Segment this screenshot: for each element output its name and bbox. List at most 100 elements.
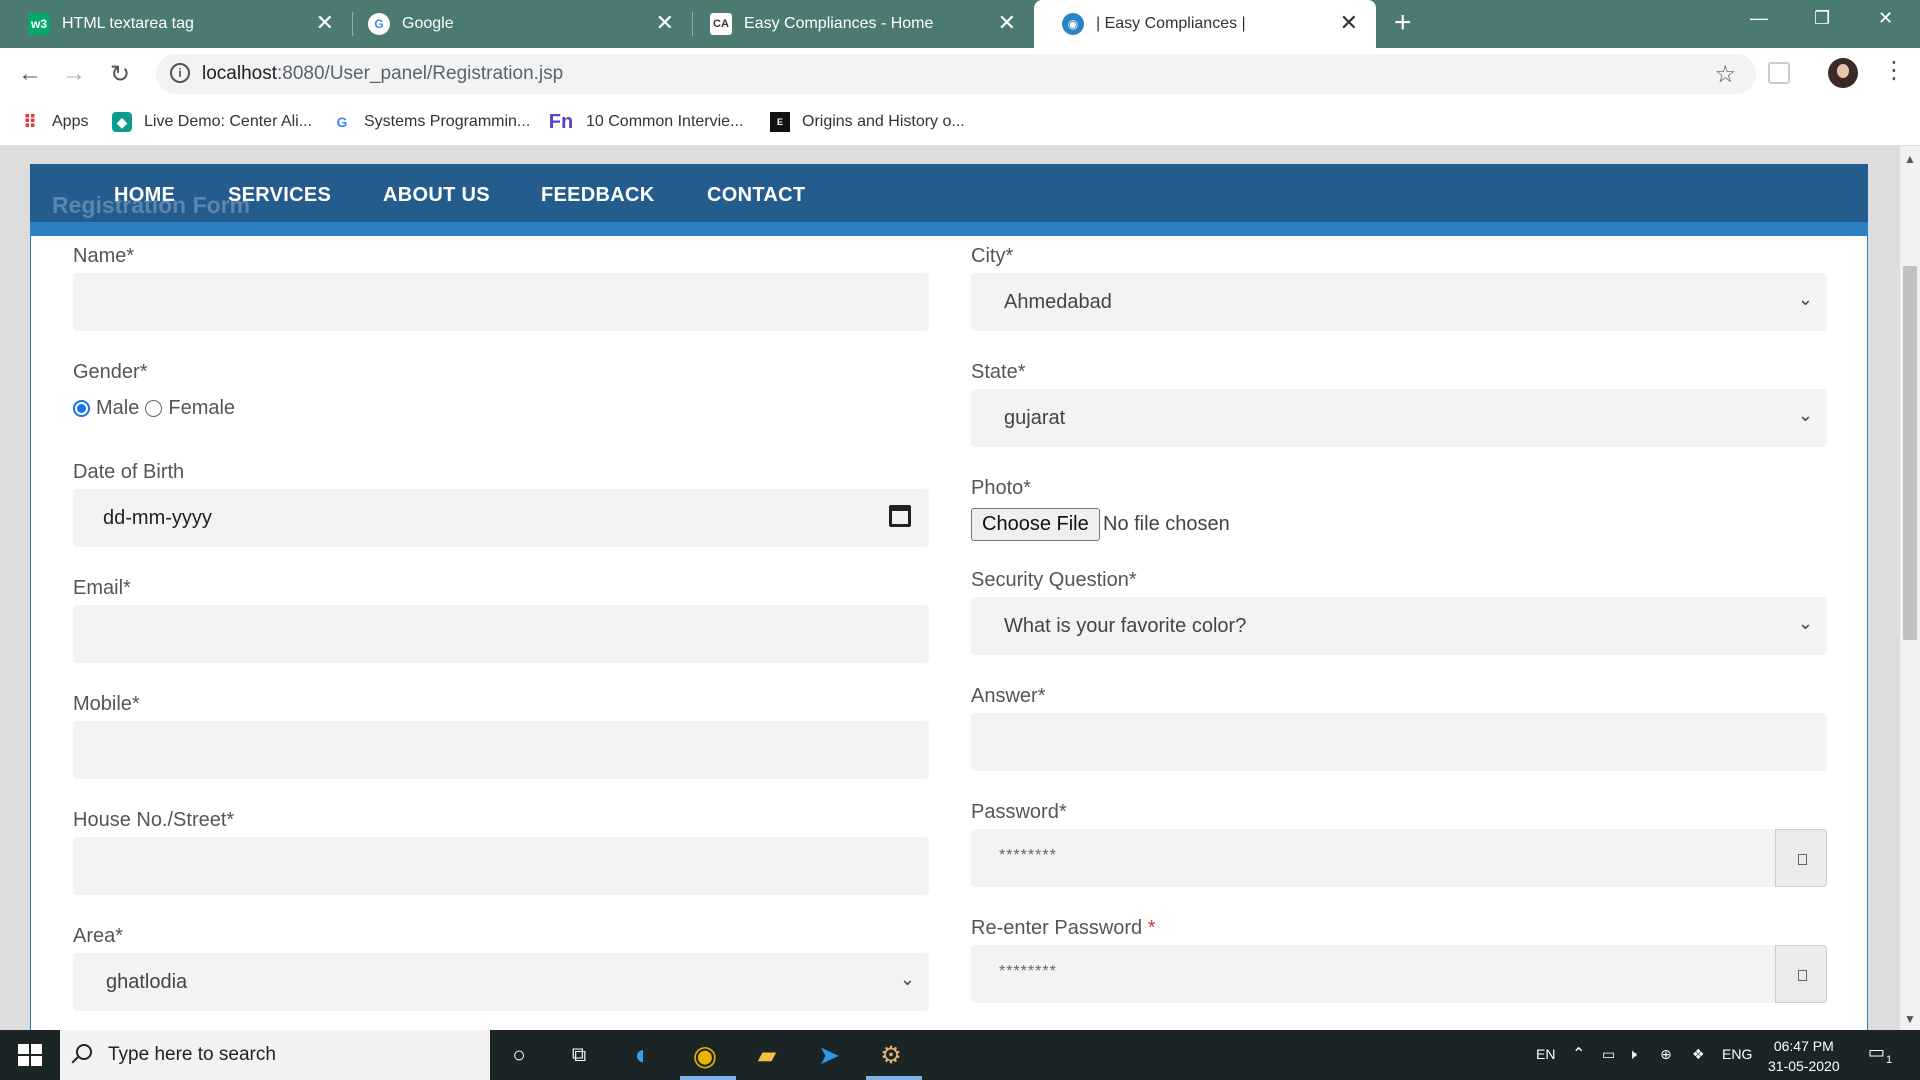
tab-easy-compliances-home[interactable]: CA Easy Compliances - Home ✕	[682, 0, 1034, 48]
password-input[interactable]: ********	[971, 829, 1827, 887]
active-app-indicator	[680, 1076, 736, 1080]
password-toggle-button[interactable]	[1775, 829, 1827, 887]
chrome-icon[interactable]: ◉	[690, 1040, 720, 1071]
required-marker: *	[1147, 917, 1156, 939]
name-input[interactable]	[73, 273, 929, 331]
chevron-down-icon: ⌄	[1797, 289, 1813, 309]
url-text[interactable]: localhost:8080/User_panel/Registration.j…	[202, 63, 563, 85]
app-dolphin-icon[interactable]: ➤	[814, 1040, 844, 1070]
answer-input[interactable]	[971, 713, 1827, 771]
nav-about-us[interactable]: ABOUT US	[383, 184, 490, 207]
scroll-thumb[interactable]	[1903, 266, 1917, 640]
bookmark-systems-programming[interactable]: G Systems Programmin...	[332, 112, 531, 132]
scroll-down-icon[interactable]: ▼	[1904, 1012, 1916, 1026]
tab-easy-compliances[interactable]: ◉ | Easy Compliances | ✕	[1034, 0, 1376, 48]
gender-label: Gender*	[73, 361, 148, 383]
bookmark-apps[interactable]: ⠿ Apps	[20, 112, 89, 132]
reload-icon[interactable]: ↻	[110, 60, 130, 89]
nav-contact[interactable]: CONTACT	[707, 184, 805, 207]
nav-services[interactable]: SERVICES	[228, 184, 331, 207]
tab-title: | Easy Compliances |	[1096, 15, 1246, 32]
w3-icon: w3	[28, 13, 50, 35]
area-select[interactable]: ghatlodia ⌄	[73, 953, 929, 1011]
reenter-password-input[interactable]: ********	[971, 945, 1827, 1003]
dropbox-icon[interactable]: ❖	[1692, 1046, 1705, 1063]
reenter-password-toggle-button[interactable]	[1775, 945, 1827, 1003]
windows-start-icon[interactable]	[18, 1044, 42, 1066]
chevron-up-icon[interactable]: ⌃	[1572, 1044, 1585, 1064]
clock-time: 06:47 PM	[1773, 1038, 1834, 1054]
battery-icon[interactable]: ▭	[1602, 1046, 1615, 1063]
cortana-icon[interactable]: ○	[504, 1040, 534, 1070]
network-globe-icon[interactable]: ⊕	[1660, 1046, 1672, 1063]
dob-input[interactable]: dd-mm-yyyy	[73, 489, 929, 547]
house-input[interactable]	[73, 837, 929, 895]
bookmark-label: Systems Programmin...	[364, 113, 531, 130]
edge-icon[interactable]: ◐	[628, 1039, 658, 1070]
city-value: Ahmedabad	[1004, 291, 1112, 313]
address-bar[interactable]: i localhost:8080/User_panel/Registration…	[156, 54, 1756, 94]
nav-feedback[interactable]: FEEDBACK	[541, 184, 655, 207]
gender-options: Male Female	[73, 397, 235, 420]
profile-avatar[interactable]	[1828, 58, 1858, 88]
page-scrollbar[interactable]: ▲ ▼	[1900, 146, 1920, 1030]
bookmark-live-demo[interactable]: ◆ Live Demo: Center Ali...	[112, 112, 312, 132]
restore-icon[interactable]: ❐	[1814, 8, 1830, 29]
dob-label: Date of Birth	[73, 461, 185, 483]
url-path: :8080/User_panel/Registration.jsp	[277, 63, 564, 84]
input-language[interactable]: ENG	[1722, 1046, 1752, 1062]
choose-file-button[interactable]: Choose File	[971, 508, 1100, 541]
extension-icon[interactable]	[1768, 62, 1790, 84]
mobile-input[interactable]	[73, 721, 929, 779]
forward-icon[interactable]: →	[62, 60, 86, 88]
notifications-icon[interactable]: ▭	[1868, 1042, 1885, 1063]
system-clock[interactable]: 06:47 PM 31-05-2020	[1768, 1036, 1840, 1076]
bookmark-common-interview[interactable]: Fn 10 Common Intervie...	[548, 111, 744, 133]
gender-female-radio[interactable]	[145, 400, 163, 417]
area-value: ghatlodia	[106, 971, 188, 993]
info-icon[interactable]: i	[170, 63, 190, 83]
tab-google[interactable]: G Google ✕	[340, 0, 692, 48]
tab-html-textarea[interactable]: w3 HTML textarea tag ✕	[0, 0, 352, 48]
gender-male-radio[interactable]	[73, 400, 90, 417]
gender-male-label: Male	[96, 397, 140, 419]
calendar-icon[interactable]	[889, 505, 911, 527]
back-icon[interactable]: ←	[18, 60, 42, 88]
taskbar-search[interactable]: Type here to search	[60, 1030, 490, 1080]
window-close-icon[interactable]: ✕	[1878, 8, 1893, 29]
file-explorer-icon[interactable]: ▰	[752, 1040, 782, 1070]
notification-count: 1	[1886, 1054, 1893, 1066]
close-icon[interactable]: ✕	[656, 12, 674, 34]
city-select[interactable]: Ahmedabad ⌄	[971, 273, 1827, 331]
new-tab-icon[interactable]: +	[1394, 8, 1412, 38]
security-question-select[interactable]: What is your favorite color? ⌄	[971, 597, 1827, 655]
globe-icon: ◉	[1062, 13, 1084, 35]
volume-muted-icon[interactable]: 🕨	[1628, 1046, 1637, 1063]
search-icon	[76, 1044, 92, 1060]
close-icon[interactable]: ✕	[1340, 12, 1358, 34]
tab-title: Easy Compliances - Home	[744, 15, 934, 32]
input-language-short[interactable]: EN	[1536, 1046, 1555, 1062]
bookmark-star-icon[interactable]: ☆	[1714, 60, 1736, 89]
minimize-icon[interactable]: —	[1750, 8, 1768, 29]
state-select[interactable]: gujarat ⌄	[971, 389, 1827, 447]
bookmark-origins-history[interactable]: E Origins and History o...	[770, 112, 965, 132]
bookmark-site-icon: ◆	[112, 112, 132, 132]
scroll-up-icon[interactable]: ▲	[1904, 152, 1916, 166]
more-menu-icon[interactable]: ⋮	[1882, 56, 1906, 85]
gender-female-label: Female	[168, 397, 236, 419]
active-app-indicator	[866, 1076, 922, 1080]
url-host: localhost	[202, 63, 277, 84]
password-mask: ********	[999, 847, 1057, 864]
password-label: Password*	[971, 801, 1067, 823]
close-icon[interactable]: ✕	[316, 12, 334, 34]
task-view-icon[interactable]: ⧉	[564, 1040, 594, 1070]
chevron-down-icon: ⌄	[1797, 405, 1813, 425]
registration-card: Name* Gender* Male Female Date of Birth …	[30, 164, 1868, 1030]
email-input[interactable]	[73, 605, 929, 663]
nav-home[interactable]: HOME	[114, 184, 175, 207]
reenter-password-mask: ********	[999, 963, 1057, 980]
close-icon[interactable]: ✕	[998, 12, 1016, 34]
navbar-accent-strip	[30, 222, 1868, 236]
settings-gear-icon[interactable]: ⚙	[876, 1040, 906, 1070]
